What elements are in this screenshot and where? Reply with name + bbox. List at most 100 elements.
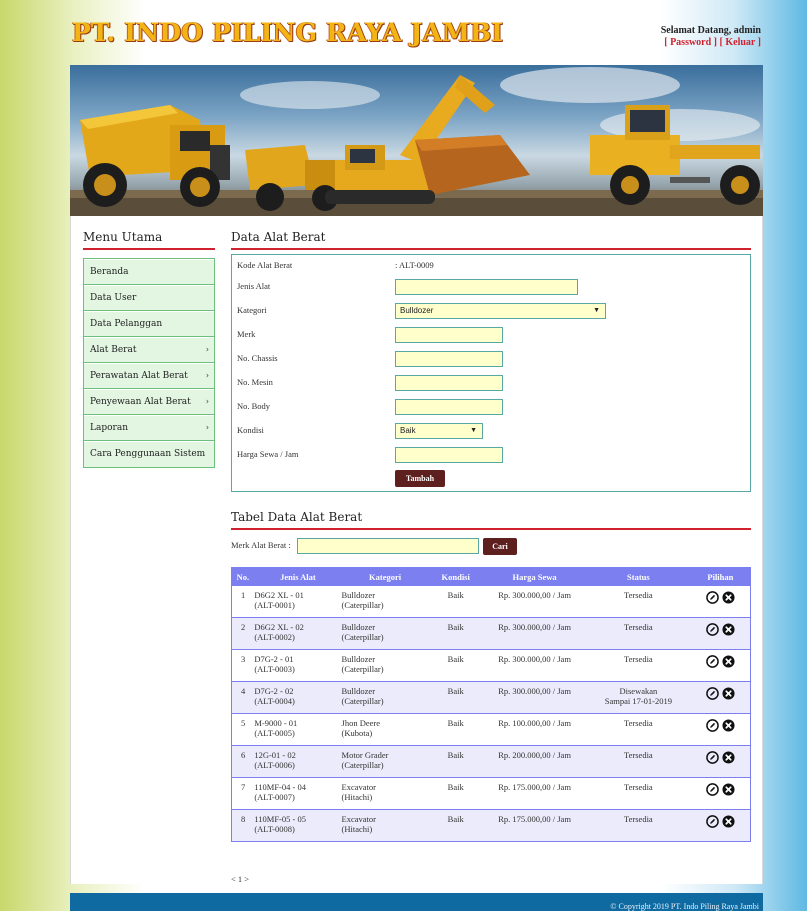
status-text: Tersedia — [624, 814, 653, 824]
table-row: 1 D6G2 XL - 01 (ALT-0001) Bulldozer (Caterpi… — [231, 585, 752, 618]
cell-no: 2 — [231, 617, 255, 650]
status-until-text: Sampai 17-01-2019 — [604, 696, 673, 706]
kode-text: (ALT-0002) — [254, 632, 295, 642]
cell-kondisi: Baik — [428, 681, 483, 714]
edit-icon[interactable] — [705, 719, 719, 732]
kode-text: (ALT-0004) — [254, 696, 295, 706]
cell-status: Tersedia — [586, 713, 691, 746]
cell-no: 3 — [231, 649, 255, 682]
edit-icon[interactable] — [705, 751, 719, 764]
kode-text: (ALT-0001) — [254, 600, 295, 610]
table-header-row: No. Jenis Alat Kategori Kondisi Harga Se… — [231, 567, 752, 586]
sidebar-item-data-pelanggan[interactable]: Data Pelanggan — [84, 311, 214, 337]
delete-icon[interactable] — [722, 751, 735, 764]
jenis-text: D6G2 XL - 01 — [254, 590, 304, 600]
kode-text: (ALT-0005) — [254, 728, 295, 738]
main-menu: Beranda Data User Data Pelanggan Alat Be… — [83, 258, 215, 468]
table-row: 8 110MF-05 - 05 (ALT-0008) Excavator (Hitach… — [231, 809, 752, 842]
cell-kondisi: Baik — [428, 649, 483, 682]
sidebar-item-penyewaan[interactable]: Penyewaan Alat Berat › — [84, 389, 214, 415]
mesin-label: No. Mesin — [237, 377, 273, 387]
tambah-button[interactable]: Tambah — [395, 470, 445, 487]
edit-icon[interactable] — [705, 783, 719, 796]
cell-jenis: D7G-2 - 01 (ALT-0003) — [254, 649, 342, 682]
sidebar-item-beranda[interactable]: Beranda — [84, 259, 214, 285]
edit-icon[interactable] — [705, 623, 719, 636]
chassis-input[interactable] — [395, 351, 503, 367]
status-text: Tersedia — [624, 622, 653, 632]
sidebar-item-data-user[interactable]: Data User — [84, 285, 214, 311]
cell-status: Tersedia — [586, 617, 691, 650]
sidebar-item-label: Laporan — [90, 423, 128, 433]
search-input[interactable] — [297, 538, 479, 554]
equipment-table: No. Jenis Alat Kategori Kondisi Harga Se… — [231, 567, 752, 842]
cell-status: Disewakan Sampai 17-01-2019 — [586, 681, 691, 714]
cell-pilihan — [690, 649, 752, 682]
merk-input[interactable] — [395, 327, 503, 343]
merk-text: (Hitachi) — [341, 824, 373, 834]
status-text: Tersedia — [624, 750, 653, 760]
col-kondisi: Kondisi — [428, 567, 484, 586]
kode-text: (ALT-0003) — [254, 664, 295, 674]
edit-icon[interactable] — [705, 591, 719, 604]
harga-label: Harga Sewa / Jam — [237, 449, 299, 459]
delete-icon[interactable] — [722, 623, 735, 636]
body-input[interactable] — [395, 399, 503, 415]
sidebar-item-cara-penggunaan[interactable]: Cara Penggunaan Sistem — [84, 441, 214, 467]
caret-down-icon: ▼ — [593, 307, 600, 314]
kondisi-select[interactable]: Baik ▼ — [395, 423, 483, 439]
cell-jenis: D7G-2 - 02 (ALT-0004) — [254, 681, 342, 714]
table-body: 1 D6G2 XL - 01 (ALT-0001) Bulldozer (Caterpi… — [231, 585, 752, 842]
cell-jenis: D6G2 XL - 02 (ALT-0002) — [254, 617, 342, 650]
kategori-selected: Bulldozer — [400, 306, 434, 315]
cell-harga: Rp. 175.000,00 / Jam — [482, 777, 587, 810]
status-text: Tersedia — [624, 782, 653, 792]
edit-icon[interactable] — [705, 655, 719, 668]
logout-link[interactable]: [ Keluar ] — [720, 37, 761, 48]
sidebar-title: Menu Utama — [83, 230, 215, 250]
delete-icon[interactable] — [722, 719, 735, 732]
search-button[interactable]: Cari — [483, 538, 517, 555]
chevron-right-icon: › — [205, 397, 209, 406]
cell-harga: Rp. 300.000,00 / Jam — [482, 649, 587, 682]
kondisi-selected: Baik — [400, 426, 416, 435]
site-title: PT. INDO PILING RAYA JAMBI — [72, 18, 504, 47]
delete-icon[interactable] — [722, 591, 735, 604]
chevron-right-icon: › — [205, 345, 209, 354]
delete-icon[interactable] — [722, 815, 735, 828]
merk-text: (Kubota) — [341, 728, 373, 738]
delete-icon[interactable] — [722, 655, 735, 668]
harga-input[interactable] — [395, 447, 503, 463]
delete-icon[interactable] — [722, 687, 735, 700]
edit-icon[interactable] — [705, 815, 719, 828]
cell-jenis: M-9000 - 01 (ALT-0005) — [254, 713, 342, 746]
sidebar-item-laporan[interactable]: Laporan › — [84, 415, 214, 441]
kode-text: (ALT-0008) — [254, 824, 295, 834]
password-link[interactable]: [ Password ] — [664, 37, 717, 48]
kategori-select[interactable]: Bulldozer ▼ — [395, 303, 606, 319]
merk-text: (Caterpillar) — [341, 664, 384, 674]
col-pilihan: Pilihan — [689, 567, 752, 586]
cell-kondisi: Baik — [428, 809, 483, 842]
cell-harga: Rp. 100.000,00 / Jam — [482, 713, 587, 746]
delete-icon[interactable] — [722, 783, 735, 796]
cell-status: Tersedia — [586, 649, 691, 682]
kode-text: (ALT-0007) — [254, 792, 295, 802]
sidebar-item-alat-berat[interactable]: Alat Berat › — [84, 337, 214, 363]
sidebar-item-perawatan[interactable]: Perawatan Alat Berat › — [84, 363, 214, 389]
header-banner-image — [70, 65, 763, 216]
mesin-input[interactable] — [395, 375, 503, 391]
sidebar-item-label: Penyewaan Alat Berat — [90, 397, 191, 407]
jenis-input[interactable] — [395, 279, 578, 295]
sidebar: Menu Utama Beranda Data User Data Pelang… — [83, 230, 215, 468]
pagination[interactable]: < 1 > — [231, 874, 249, 884]
sidebar-item-label: Data Pelanggan — [90, 319, 163, 329]
cell-pilihan — [690, 809, 752, 842]
edit-icon[interactable] — [705, 687, 719, 700]
status-text: Disewakan — [619, 686, 658, 696]
kategori-text: Bulldozer — [341, 654, 376, 664]
cell-no: 8 — [231, 809, 255, 842]
jenis-text: D6G2 XL - 02 — [254, 622, 304, 632]
merk-text: (Caterpillar) — [341, 696, 384, 706]
cell-kondisi: Baik — [428, 585, 483, 618]
